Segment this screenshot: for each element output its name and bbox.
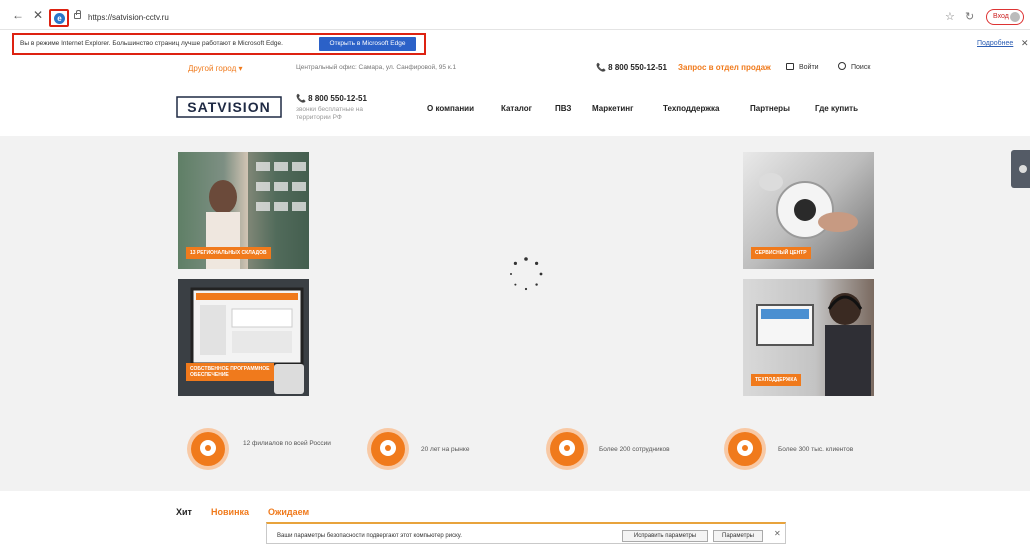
tab-hit[interactable]: Хит xyxy=(176,507,192,517)
tile-badge: СЕРВИСНЫЙ ЦЕНТР xyxy=(751,247,811,259)
tile-badge: ТЕХПОДДЕРЖКА xyxy=(751,374,802,386)
internet-explorer-icon: e xyxy=(54,13,65,24)
tile-software[interactable]: СОБСТВЕННОЕ ПРОГРАММНОЕ ОБЕСПЕЧЕНИЕ xyxy=(178,279,309,396)
more-info-link[interactable]: Подробнее xyxy=(977,40,1013,47)
menu-partners[interactable]: Партнеры xyxy=(750,104,790,113)
main-phone[interactable]: 📞 8 800 550-12-51 xyxy=(296,94,367,103)
stat-branches: 12 филиалов по всей России xyxy=(243,440,331,447)
hero-section: 13 РЕГИОНАЛЬНЫХ СКЛАДОВ СЕРВИСНЫЙ ЦЕНТР … xyxy=(0,136,1030,491)
tile-badge: 13 РЕГИОНАЛЬНЫХ СКЛАДОВ xyxy=(186,247,271,259)
ie-mode-highlight: Вы в режиме Internet Explorer. Большинст… xyxy=(12,33,426,55)
tab-new[interactable]: Новинка xyxy=(211,507,249,517)
chat-icon xyxy=(1019,165,1027,173)
login-link[interactable]: Войти xyxy=(786,63,819,71)
stat-years: 20 лет на рынке xyxy=(421,446,470,453)
search-icon xyxy=(838,62,846,70)
menu-support[interactable]: Техподдержка xyxy=(663,104,719,113)
back-arrow-icon[interactable]: ← xyxy=(12,9,24,21)
security-warning-message: Ваши параметры безопасности подвергают э… xyxy=(277,533,462,539)
open-in-edge-button[interactable]: Открыть в Microsoft Edge xyxy=(319,37,416,51)
avatar-icon xyxy=(1010,12,1020,22)
security-warning-bar: Ваши параметры безопасности подвергают э… xyxy=(266,522,786,544)
stat-employees: Более 200 сотрудников xyxy=(599,446,670,453)
browser-toolbar: ← ✕ e https://satvision-cctv.ru ☆ ↻ Вход xyxy=(0,0,1030,30)
settings-button[interactable]: Параметры xyxy=(713,530,763,542)
tile-support[interactable]: ТЕХПОДДЕРЖКА xyxy=(743,279,874,396)
menu-where-to-buy[interactable]: Где купить xyxy=(815,104,858,113)
login-label: Войти xyxy=(799,64,819,71)
stat-clients: Более 300 тыс. клиентов xyxy=(778,446,854,453)
browser-login-label: Вход xyxy=(993,13,1009,20)
menu-pickup[interactable]: ПВЗ xyxy=(555,104,571,113)
side-panel-toggle[interactable] xyxy=(1011,150,1030,188)
search-link[interactable]: Поиск xyxy=(838,62,870,71)
team-icon xyxy=(550,432,584,466)
ie-mode-message: Вы в режиме Internet Explorer. Большинст… xyxy=(20,40,283,47)
menu-marketing[interactable]: Маркетинг xyxy=(592,104,633,113)
search-label: Поиск xyxy=(851,64,871,71)
lock-icon xyxy=(786,63,794,70)
clients-check-icon xyxy=(728,432,762,466)
refresh-icon[interactable]: ↻ xyxy=(965,10,974,23)
close-icon[interactable]: ✕ xyxy=(774,529,781,538)
tile-warehouses[interactable]: 13 РЕГИОНАЛЬНЫХ СКЛАДОВ xyxy=(178,152,309,269)
site-header: Другой город ▾ Центральный офис: Самара,… xyxy=(0,56,1030,136)
phone-note: звонки бесплатные на территории РФ xyxy=(296,106,364,121)
browser-profile-button[interactable]: Вход xyxy=(986,9,1024,25)
fix-settings-button[interactable]: Исправить параметры xyxy=(622,530,708,542)
satvision-logo[interactable]: SATVISION xyxy=(176,96,282,118)
tile-service-center[interactable]: СЕРВИСНЫЙ ЦЕНТР xyxy=(743,152,874,269)
tab-expected[interactable]: Ожидаем xyxy=(268,507,309,517)
office-address: Центральный офис: Самара, ул. Санфировой… xyxy=(296,64,457,71)
menu-catalog[interactable]: Каталог xyxy=(501,104,532,113)
tile-badge: СОБСТВЕННОЕ ПРОГРАММНОЕ ОБЕСПЕЧЕНИЕ xyxy=(186,363,274,381)
ie-mode-indicator[interactable]: e xyxy=(49,9,69,27)
logo-text: SATVISION xyxy=(187,99,270,115)
top-phone[interactable]: 📞 8 800 550-12-51 xyxy=(596,63,667,72)
favorite-star-icon[interactable]: ☆ xyxy=(945,10,955,23)
sales-request-link[interactable]: Запрос в отдел продаж xyxy=(678,63,771,72)
location-pin-icon xyxy=(191,432,225,466)
address-bar-url[interactable]: https://satvision-cctv.ru xyxy=(88,13,169,22)
close-icon[interactable]: ✕ xyxy=(1021,38,1029,49)
city-selector[interactable]: Другой город ▾ xyxy=(188,64,242,73)
loading-spinner-icon xyxy=(510,257,543,291)
stop-icon[interactable]: ✕ xyxy=(33,9,43,21)
years-badge-icon xyxy=(371,432,405,466)
lock-icon xyxy=(74,10,81,19)
ie-mode-infobar: Вы в режиме Internet Explorer. Большинст… xyxy=(0,30,1030,56)
menu-about[interactable]: О компании xyxy=(427,104,474,113)
